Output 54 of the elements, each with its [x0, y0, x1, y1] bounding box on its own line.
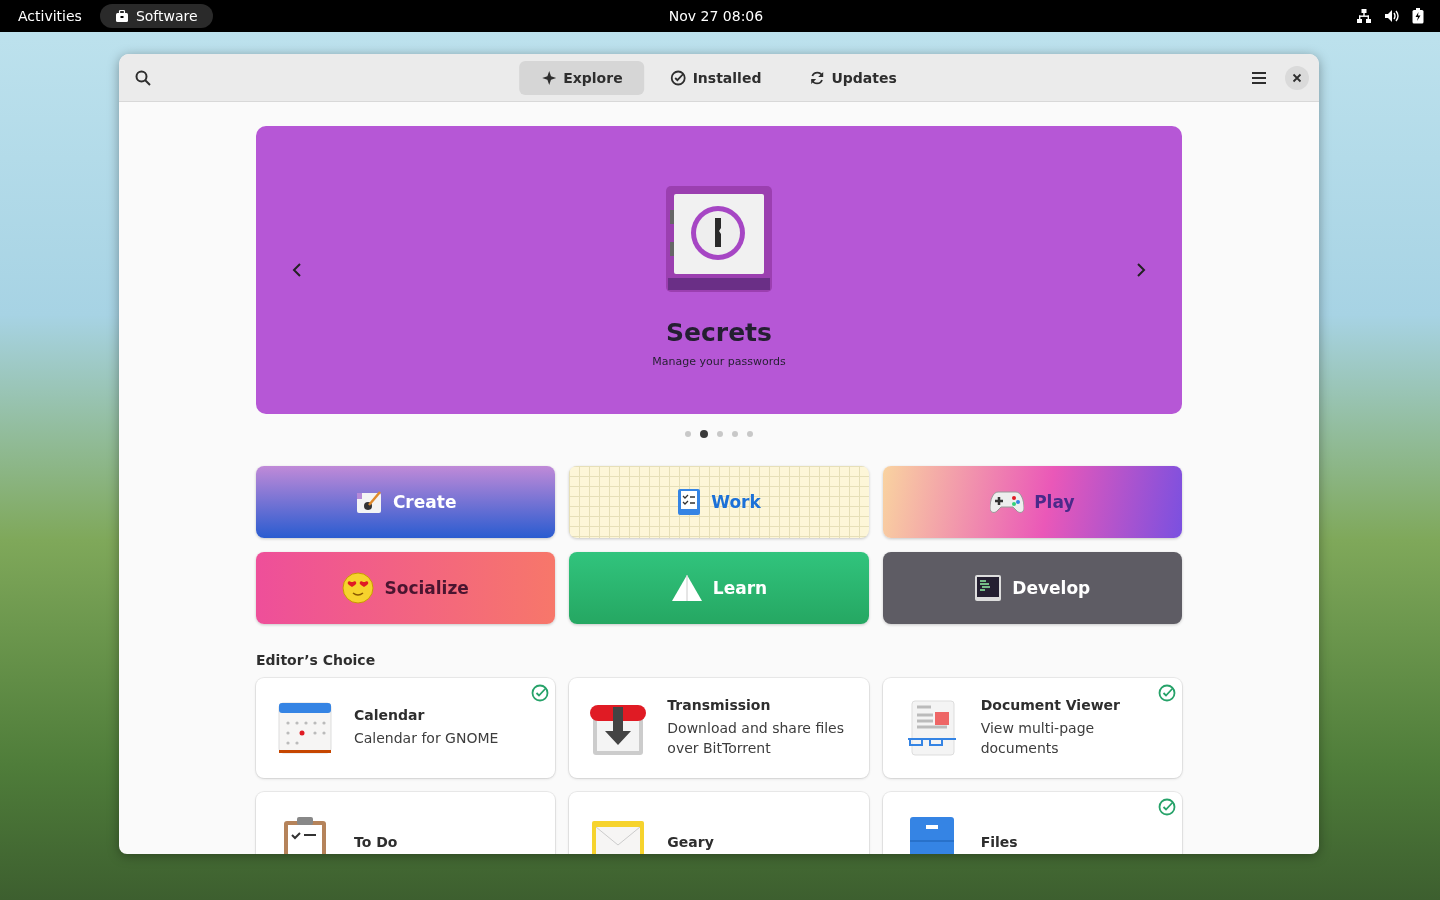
safe-icon — [666, 186, 772, 292]
paper-plane-icon — [670, 574, 703, 602]
app-name: Geary — [667, 834, 714, 850]
section-heading: Editor’s Choice — [256, 652, 377, 668]
network-icon[interactable] — [1356, 8, 1372, 24]
app-card[interactable]: Files — [882, 792, 1182, 854]
terminal-icon — [974, 574, 1003, 602]
app-description: Calendar for GNOME — [354, 729, 499, 749]
app-menu-button[interactable]: Software — [99, 4, 213, 28]
app-card[interactable]: Calendar Calendar for GNOME — [256, 678, 556, 778]
featured-title: Secrets — [666, 318, 772, 347]
battery-icon[interactable] — [1412, 8, 1424, 24]
app-description: View multi-page documents — [980, 719, 1096, 758]
calendar-icon — [276, 701, 334, 755]
carousel-dot[interactable] — [685, 431, 691, 437]
heart-eyes-emoji-icon — [342, 572, 375, 604]
view-tab[interactable]: Explore — [519, 60, 645, 95]
chevron-right-icon — [1136, 262, 1146, 278]
category-tile[interactable]: Work — [569, 466, 869, 538]
app-name: To Do — [354, 834, 398, 850]
featured-banner[interactable]: Secrets Manage your passwords — [256, 126, 1182, 414]
close-icon — [1292, 72, 1302, 83]
carousel-dot[interactable] — [717, 431, 723, 437]
sparkle-icon — [541, 69, 558, 86]
app-card[interactable]: To Do — [256, 792, 556, 854]
checklist-icon — [677, 488, 702, 516]
app-name: Transmission — [667, 697, 772, 714]
volume-icon[interactable] — [1384, 8, 1400, 24]
app-name: Files — [980, 834, 1018, 850]
activities-button[interactable]: Activities — [8, 4, 92, 28]
carousel-dot[interactable] — [700, 430, 708, 438]
view-tab[interactable]: Updates — [787, 60, 919, 95]
search-icon — [135, 69, 151, 86]
menu-icon — [1251, 70, 1267, 85]
app-card[interactable]: Geary — [569, 792, 869, 854]
category-tile[interactable]: Develop — [882, 552, 1182, 624]
view-tab[interactable]: Installed — [648, 60, 784, 95]
app-name: Document Viewer — [980, 697, 1121, 714]
gamepad-icon — [990, 490, 1025, 514]
clock[interactable]: Nov 27 08:06 — [658, 4, 774, 28]
briefcase-icon — [114, 9, 129, 23]
app-card[interactable]: Document Viewer View multi-page documents — [882, 678, 1182, 778]
app-name: Calendar — [354, 707, 426, 724]
check-circle-icon — [670, 69, 687, 86]
carousel-dot[interactable] — [747, 431, 753, 437]
category-tile[interactable]: Socialize — [256, 552, 556, 624]
app-description: Download and share files over BitTorrent — [667, 719, 846, 758]
carousel-dot[interactable] — [732, 431, 738, 437]
refresh-icon — [809, 69, 826, 86]
category-tile[interactable]: Create — [256, 466, 556, 538]
featured-subtitle: Manage your passwords — [652, 355, 786, 368]
close-button[interactable] — [1285, 65, 1309, 90]
chevron-left-icon — [292, 262, 302, 278]
app-card[interactable]: Transmission Download and share files over BitTorrent — [569, 678, 869, 778]
